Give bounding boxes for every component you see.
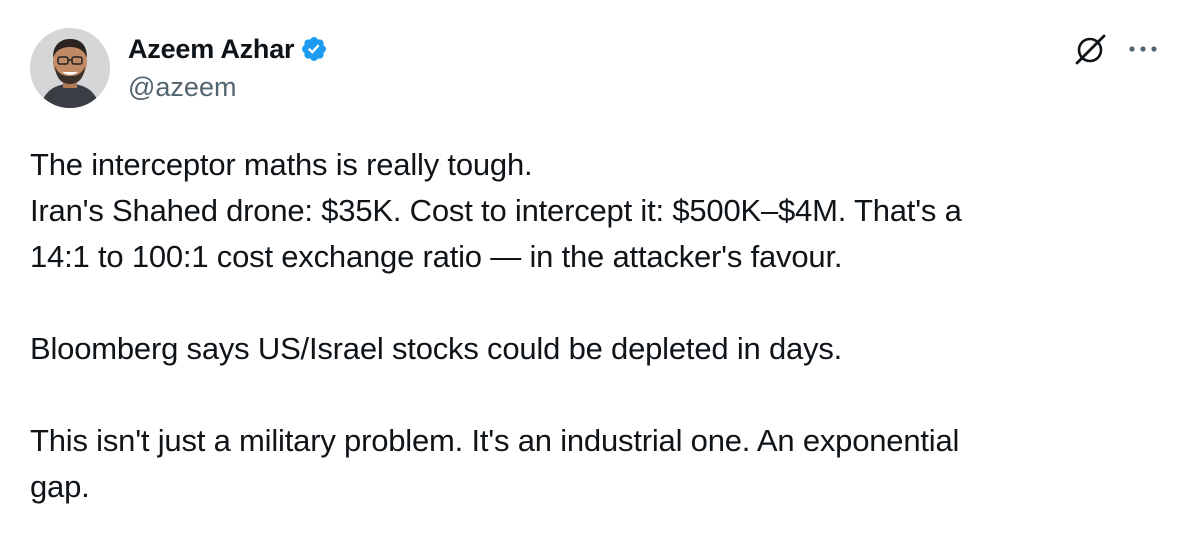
verified-badge-icon[interactable]	[300, 35, 328, 63]
tweet-paragraph: This isn't just a military problem. It's…	[30, 423, 960, 504]
avatar-image	[30, 28, 110, 108]
avatar[interactable]	[30, 28, 110, 108]
author-handle[interactable]: @azeem	[128, 72, 236, 103]
tweet-paragraph: The interceptor maths is really tough. I…	[30, 147, 962, 274]
author-name-row: Azeem Azhar	[128, 30, 328, 68]
author-display-name[interactable]: Azeem Azhar	[128, 34, 295, 65]
tweet-card: Azeem Azhar @azeem The interceptor maths…	[0, 0, 1190, 556]
tweet-text: The interceptor maths is really tough. I…	[30, 142, 1150, 510]
grok-icon[interactable]	[1072, 30, 1110, 68]
more-options-icon[interactable]	[1126, 34, 1160, 64]
tweet-paragraph: Bloomberg says US/Israel stocks could be…	[30, 331, 843, 366]
